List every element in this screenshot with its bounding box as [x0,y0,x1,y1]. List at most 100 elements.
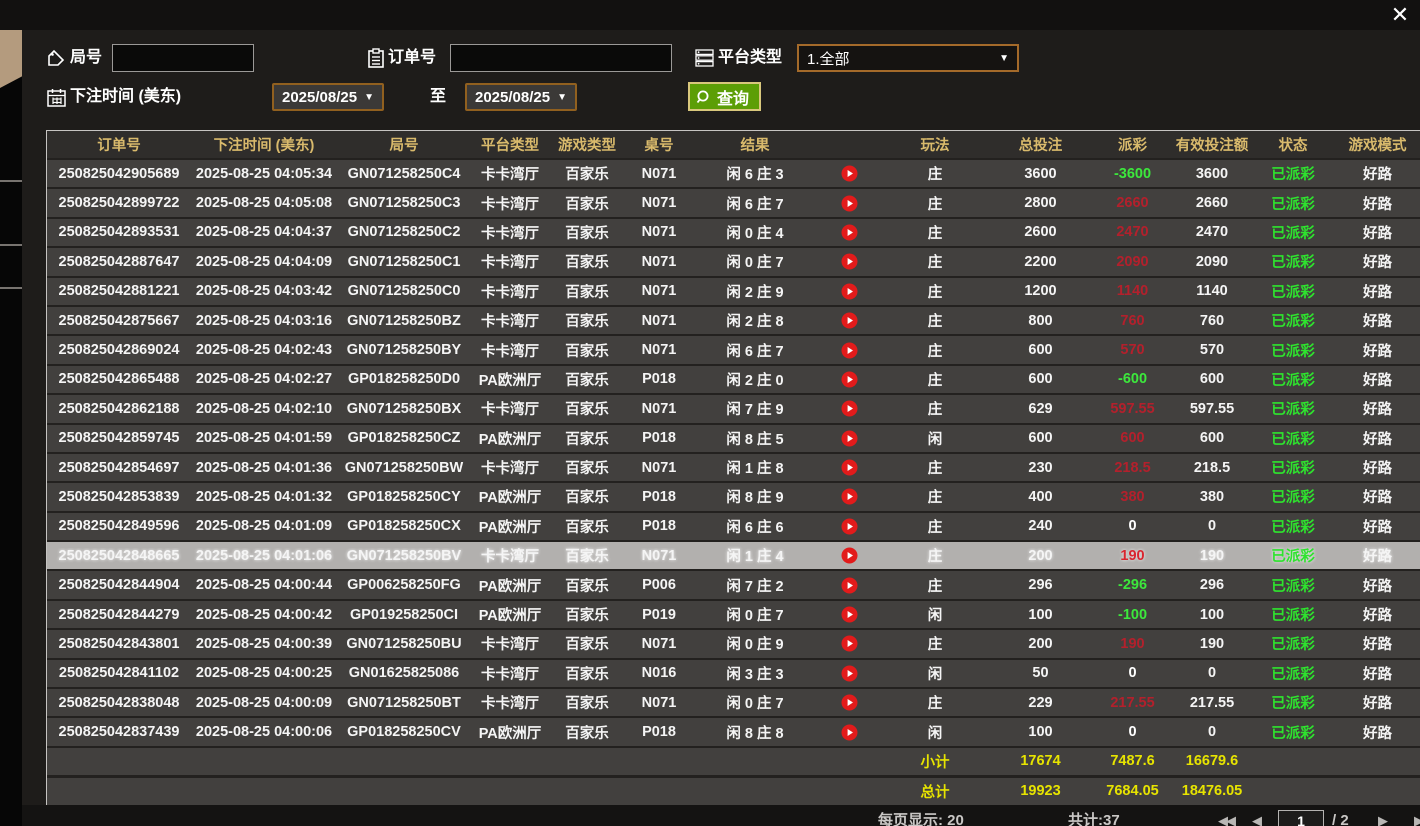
cell-payout: 570 [1092,342,1173,358]
play-icon[interactable] [841,577,858,594]
play-icon[interactable] [841,665,858,682]
last-page-icon[interactable]: ▶▶ [1414,809,1420,826]
cell-payout: -3600 [1092,166,1173,182]
game-no-input[interactable] [112,44,254,72]
cell-status: 已派彩 [1251,163,1335,184]
table-row[interactable]: 250825042865488 2025-08-25 04:02:27 GP01… [47,366,1420,393]
cell-result: 闲 0 庄 7 [693,604,817,625]
table-row[interactable]: 250825042848665 2025-08-25 04:01:06 GN07… [47,542,1420,569]
cell-valid-bet: 3600 [1173,166,1251,182]
play-icon[interactable] [841,195,858,212]
bet-history-screen: ✕ 局号 订单号 平台类型 1.全部 ▼ 下注时间 (美东) [0,0,1420,826]
play-icon[interactable] [841,518,858,535]
page-number-input[interactable]: 1 [1278,810,1324,826]
table-row[interactable]: 250825042862188 2025-08-25 04:02:10 GN07… [47,395,1420,422]
cell-bet-time: 2025-08-25 04:02:43 [191,342,337,358]
play-icon[interactable] [841,224,858,241]
play-icon[interactable] [841,724,858,741]
cell-result: 闲 1 庄 8 [693,457,817,478]
platform-type-select[interactable]: 1.全部 ▼ [797,44,1019,72]
table-row[interactable]: 250825042905689 2025-08-25 04:05:34 GN07… [47,160,1420,187]
cell-table-no: N071 [625,636,693,652]
first-page-icon[interactable]: ◀◀ [1218,809,1234,826]
cell-status: 已派彩 [1251,251,1335,272]
cell-game-type: 百家乐 [549,310,625,331]
date-to-select[interactable]: 2025/08/25 ▼ [465,83,577,111]
cell-bet-time: 2025-08-25 04:02:10 [191,401,337,417]
cell-payout: 0 [1092,518,1173,534]
cell-total-bet: 400 [989,489,1092,505]
cell-payout: 0 [1092,724,1173,740]
cell-valid-bet: 600 [1173,371,1251,387]
table-row[interactable]: 250825042843801 2025-08-25 04:00:39 GN07… [47,630,1420,657]
play-icon[interactable] [841,635,858,652]
total-valid-bet: 18476.05 [1173,783,1251,799]
chevron-down-icon: ▼ [557,92,567,103]
table-row[interactable]: 250825042853839 2025-08-25 04:01:32 GP01… [47,483,1420,510]
table-row[interactable]: 250825042841102 2025-08-25 04:00:25 GN01… [47,660,1420,687]
cell-game-type: 百家乐 [549,369,625,390]
cell-bet-time: 2025-08-25 04:04:37 [191,224,337,240]
cell-play-type: 庄 [881,310,989,331]
total-total-bet: 19923 [989,783,1092,799]
play-icon[interactable] [841,253,858,270]
cell-valid-bet: 0 [1173,665,1251,681]
cell-bet-time: 2025-08-25 04:00:42 [191,607,337,623]
play-icon[interactable] [841,547,858,564]
rail-divider [0,244,22,246]
play-icon[interactable] [841,165,858,182]
table-row[interactable]: 250825042875667 2025-08-25 04:03:16 GN07… [47,307,1420,334]
table-row[interactable]: 250825042837439 2025-08-25 04:00:06 GP01… [47,718,1420,745]
play-icon[interactable] [841,694,858,711]
table-row[interactable]: 250825042869024 2025-08-25 04:02:43 GN07… [47,336,1420,363]
cell-status: 已派彩 [1251,692,1335,713]
cell-bet-time: 2025-08-25 04:00:09 [191,695,337,711]
play-icon[interactable] [841,400,858,417]
cell-game-mode: 好路 [1335,163,1420,184]
cell-bet-time: 2025-08-25 04:00:39 [191,636,337,652]
cell-game-type: 百家乐 [549,193,625,214]
play-icon[interactable] [841,430,858,447]
table-row[interactable]: 250825042844279 2025-08-25 04:00:42 GP01… [47,601,1420,628]
cell-replay [817,312,881,329]
cell-total-bet: 296 [989,577,1092,593]
cell-play-type: 闲 [881,428,989,449]
play-icon[interactable] [841,488,858,505]
play-icon[interactable] [841,606,858,623]
table-row[interactable]: 250825042899722 2025-08-25 04:05:08 GN07… [47,189,1420,216]
cell-total-bet: 600 [989,342,1092,358]
cell-status: 已派彩 [1251,545,1335,566]
cell-payout: 597.55 [1092,401,1173,417]
play-icon[interactable] [841,459,858,476]
cell-valid-bet: 190 [1173,636,1251,652]
cell-game-type: 百家乐 [549,633,625,654]
play-icon[interactable] [841,371,858,388]
table-row[interactable]: 250825042859745 2025-08-25 04:01:59 GP01… [47,425,1420,452]
table-row[interactable]: 250825042893531 2025-08-25 04:04:37 GN07… [47,219,1420,246]
next-page-icon[interactable]: ▶ [1378,809,1386,826]
order-no-input[interactable] [450,44,672,72]
play-icon[interactable] [841,342,858,359]
close-icon[interactable]: ✕ [1387,1,1413,29]
cell-game-no: GN071258250C0 [337,283,471,299]
play-icon[interactable] [841,283,858,300]
cell-game-type: 百家乐 [549,251,625,272]
prev-page-icon[interactable]: ◀ [1252,809,1260,826]
table-row[interactable]: 250825042881221 2025-08-25 04:03:42 GN07… [47,278,1420,305]
query-button[interactable]: 查询 [688,82,761,111]
cell-replay [817,635,881,652]
date-from-select[interactable]: 2025/08/25 ▼ [272,83,384,111]
table-row[interactable]: 250825042887647 2025-08-25 04:04:09 GN07… [47,248,1420,275]
bet-table: 订单号 下注时间 (美东) 局号 平台类型 游戏类型 桌号 结果 玩法 总投注 … [46,130,1420,806]
table-row[interactable]: 250825042844904 2025-08-25 04:00:44 GP00… [47,571,1420,598]
cell-status: 已派彩 [1251,222,1335,243]
table-row[interactable]: 250825042838048 2025-08-25 04:00:09 GN07… [47,689,1420,716]
cell-table-no: P018 [625,518,693,534]
table-row[interactable]: 250825042854697 2025-08-25 04:01:36 GN07… [47,454,1420,481]
play-icon[interactable] [841,312,858,329]
cell-result: 闲 0 庄 9 [693,633,817,654]
table-row[interactable]: 250825042849596 2025-08-25 04:01:09 GP01… [47,513,1420,540]
cell-result: 闲 2 庄 8 [693,310,817,331]
cell-total-bet: 2200 [989,254,1092,270]
cell-order-id: 250825042887647 [47,254,191,270]
